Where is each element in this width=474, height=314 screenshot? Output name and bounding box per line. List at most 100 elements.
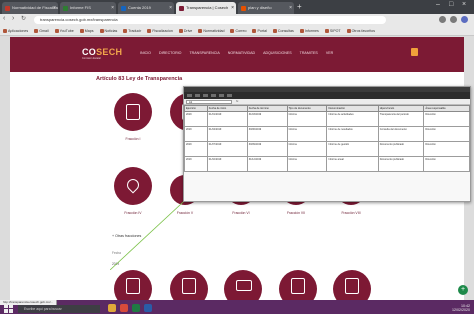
browser-tab[interactable]: Normatividad de Fiscaliza × [2, 2, 58, 14]
new-tab-button[interactable]: + [297, 2, 302, 12]
browser-tab[interactable]: Cuenta 2019 × [118, 2, 174, 14]
name-box[interactable]: A1 [186, 100, 232, 104]
bookmark-item[interactable]: Drive [178, 28, 192, 33]
table-cell[interactable]: 2019 [184, 111, 208, 127]
table-cell[interactable]: Consulta del documento [377, 126, 425, 142]
logo-text-b: SECH [96, 47, 123, 57]
toolbar-icon[interactable] [227, 94, 232, 97]
close-tab-icon[interactable]: × [231, 2, 234, 14]
close-tab-icon[interactable]: × [289, 2, 292, 14]
chrome-icon[interactable] [120, 304, 128, 312]
close-tab-icon[interactable]: × [53, 2, 56, 14]
close-window-icon[interactable]: × [462, 1, 466, 8]
nav-accent-icon[interactable] [411, 48, 418, 56]
back-icon[interactable]: ‹ [3, 15, 5, 22]
table-cell[interactable]: Informe de gestión [326, 141, 379, 157]
bookmark-label: YouTube [59, 28, 74, 33]
table-cell[interactable]: Transparencia del periodo [377, 111, 425, 127]
bookmark-item[interactable]: Aplicaciones [3, 28, 29, 33]
bookmark-label: Aplicaciones [8, 28, 29, 33]
bookmark-item[interactable]: Normatividad [198, 28, 224, 33]
table-cell[interactable]: 01/01/2019 [206, 111, 248, 127]
table-cell[interactable]: 01/07/2019 [206, 141, 248, 157]
bookmark-item[interactable]: YouTube [54, 28, 74, 33]
fx-icon: fx [236, 99, 239, 103]
table-cell[interactable]: 01/10/2019 [206, 156, 248, 172]
nav-item[interactable]: TRAMITES [300, 51, 318, 55]
table-cell[interactable]: Informe de resultados [326, 126, 379, 142]
table-cell[interactable]: Informe [286, 156, 328, 172]
bookmark-item[interactable]: Informes [299, 28, 319, 33]
excel-icon[interactable] [132, 304, 140, 312]
toolbar-icon[interactable] [187, 94, 192, 97]
reload-icon[interactable]: ↻ [21, 15, 26, 22]
table-cell[interactable]: Documento publicado [377, 156, 425, 172]
bookmark-label: Correo [235, 28, 247, 33]
table-cell[interactable]: Dirección [423, 141, 470, 157]
minimize-icon[interactable]: – [436, 1, 440, 8]
table-cell[interactable]: Documento publicado [377, 141, 425, 157]
logo-tagline: Comision Estatal [82, 57, 101, 60]
windows-start-icon[interactable] [4, 304, 13, 313]
toolbar-icon[interactable] [219, 94, 224, 97]
system-tray[interactable]: 10:42 12/02/2020 [452, 304, 470, 312]
nav-item[interactable]: VER [326, 51, 333, 55]
bookmark-item[interactable]: Noticias [99, 28, 117, 33]
bookmark-item[interactable]: Otros favoritos [346, 28, 375, 33]
site-logo[interactable]: COSECH Comision Estatal [82, 47, 122, 60]
table-cell[interactable]: 2019 [184, 126, 208, 142]
table-cell[interactable]: 01/04/2019 [206, 126, 248, 142]
table-cell[interactable]: 2019 [184, 141, 208, 157]
maximize-icon[interactable]: □ [449, 1, 453, 8]
table-cell[interactable]: Dirección [423, 126, 470, 142]
star-icon[interactable] [439, 16, 446, 23]
table-cell[interactable]: Informe anual [326, 156, 379, 172]
nav-item[interactable]: ADQUISICIONES [263, 51, 292, 55]
extension-icons [439, 16, 468, 24]
table-cell[interactable]: Informe [286, 111, 328, 127]
table-cell[interactable]: 30/09/2019 [246, 141, 288, 157]
browser-tab[interactable]: plan y diseño × [238, 2, 294, 14]
bookmark-item[interactable]: SIPOT [324, 28, 341, 33]
table-cell[interactable]: Dirección [423, 156, 470, 172]
table-cell[interactable]: Informe [286, 126, 328, 142]
file-explorer-icon[interactable] [108, 304, 116, 312]
document-icon [182, 278, 196, 294]
table-cell[interactable]: Informe [286, 141, 328, 157]
forward-icon[interactable]: › [12, 15, 14, 22]
toolbar-icon[interactable] [195, 94, 200, 97]
browser-tab-active[interactable]: Transparencia | Cosech × [176, 2, 236, 14]
spreadsheet-window[interactable]: A1 fx Ejercicio Fecha de inicio Fecha de t… [183, 86, 471, 202]
bookmark-item[interactable]: Portal [252, 28, 267, 33]
table-cell[interactable]: 31/12/2019 [246, 156, 288, 172]
word-icon[interactable] [144, 304, 152, 312]
table-cell[interactable]: Informe de actividades [326, 111, 379, 127]
nav-item[interactable]: NORMATIVIDAD [228, 51, 255, 55]
extension-icon[interactable] [450, 16, 457, 23]
bookmark-item[interactable]: Traducir [123, 28, 141, 33]
table-row: 2019 01/01/2019 31/03/2019 Informe Informe d… [184, 111, 470, 127]
url-input[interactable]: transparencia.cosech.gob.mx/transparenci… [34, 16, 386, 24]
table-cell[interactable]: 30/06/2019 [246, 126, 288, 142]
table-cell[interactable]: Dirección [423, 111, 470, 127]
toolbar-icon[interactable] [203, 94, 208, 97]
close-tab-icon[interactable]: × [169, 2, 172, 14]
bookmark-item[interactable]: Fiscalizacion [147, 28, 173, 33]
table-cell[interactable]: 2019 [184, 156, 208, 172]
chat-fab-button[interactable]: + [458, 285, 468, 295]
bookmark-item[interactable]: Maps [79, 28, 94, 33]
browser-tab[interactable]: Informe FIS × [60, 2, 116, 14]
nav-item[interactable]: INICIO [140, 51, 151, 55]
taskbar-search-input[interactable]: Escribe aquí para buscar [18, 305, 100, 313]
avatar[interactable] [461, 16, 468, 23]
close-tab-icon[interactable]: × [111, 2, 114, 14]
bookmark-item[interactable]: Consultas [272, 28, 294, 33]
nav-item[interactable]: TRANSPARENCIA [189, 51, 219, 55]
table-cell[interactable]: 31/03/2019 [246, 111, 288, 127]
bookmarks-bar: Aplicaciones Gmail YouTube Maps Noticias Trad… [0, 26, 474, 36]
table-body: 2019 01/01/2019 31/03/2019 Informe Informe d… [184, 111, 470, 172]
bookmark-item[interactable]: Correo [230, 28, 247, 33]
nav-item[interactable]: DIRECTORIO [159, 51, 182, 55]
bookmark-item[interactable]: Gmail [34, 28, 49, 33]
toolbar-icon[interactable] [211, 94, 216, 97]
